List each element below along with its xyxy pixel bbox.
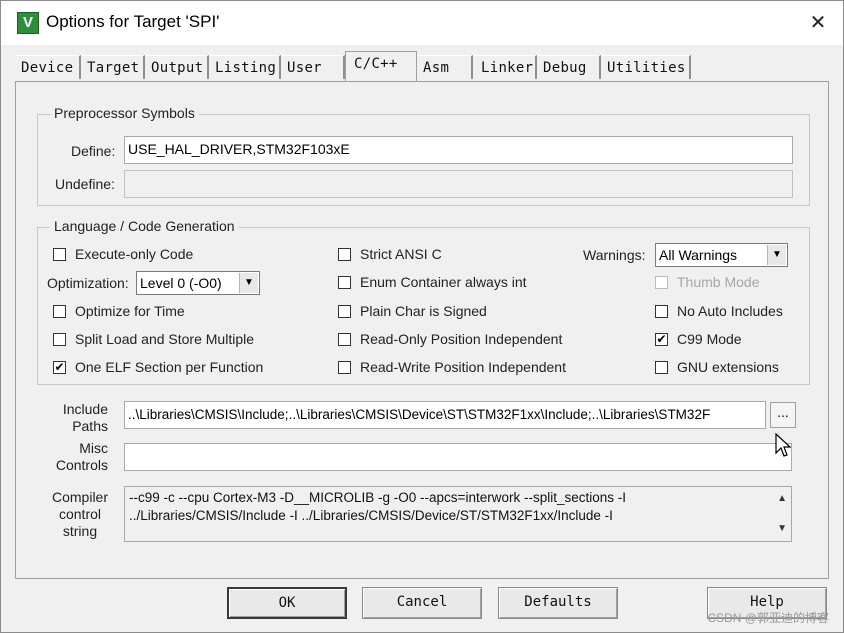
- split-load-box[interactable]: [53, 332, 66, 346]
- enum-container-label: Enum Container always int: [360, 274, 527, 290]
- watermark-text: CSDN @郭亚迪的博客: [707, 611, 829, 625]
- preprocessor-group: Preprocessor Symbols Define: USE_HAL_DRI…: [37, 105, 810, 206]
- strict-ansi-label: Strict ANSI C: [360, 246, 442, 262]
- warnings-select[interactable]: All Warnings ▼: [655, 243, 788, 267]
- include-label-line2: Paths: [72, 418, 108, 434]
- gnu-ext-label: GNU extensions: [677, 359, 779, 375]
- close-button[interactable]: ✕: [801, 7, 835, 37]
- rw-pi-label: Read-Write Position Independent: [360, 359, 566, 375]
- no-auto-includes-label: No Auto Includes: [677, 303, 783, 319]
- c99-mode-checkbox[interactable]: ✔ C99 Mode: [655, 330, 742, 348]
- rw-pi-checkbox[interactable]: Read-Write Position Independent: [338, 358, 566, 376]
- warnings-value: All Warnings: [659, 247, 738, 263]
- defaults-button[interactable]: Defaults: [498, 587, 618, 619]
- include-paths-input[interactable]: ..\Libraries\CMSIS\Include;..\Libraries\…: [124, 401, 766, 429]
- tab-asm[interactable]: Asm: [417, 55, 473, 79]
- thumb-mode-label: Thumb Mode: [677, 274, 760, 290]
- tab-user[interactable]: User: [281, 55, 345, 79]
- c-cpp-panel: Preprocessor Symbols Define: USE_HAL_DRI…: [15, 81, 829, 579]
- chevron-down-icon[interactable]: ▼: [239, 273, 258, 293]
- ok-button[interactable]: OK: [227, 587, 347, 619]
- preprocessor-title: Preprocessor Symbols: [50, 105, 199, 121]
- compiler-line-2: ../Libraries/CMSIS/Include -I ../Librari…: [129, 508, 613, 523]
- enum-container-box[interactable]: [338, 275, 351, 289]
- compiler-control-string[interactable]: --c99 -c --cpu Cortex-M3 -D__MICROLIB -g…: [124, 486, 792, 542]
- plain-char-label: Plain Char is Signed: [360, 303, 487, 319]
- execute-only-label: Execute-only Code: [75, 246, 194, 262]
- misc-controls-input[interactable]: [124, 443, 792, 471]
- one-elf-label: One ELF Section per Function: [75, 359, 264, 375]
- options-dialog: V Options for Target 'SPI' ✕ Device Targ…: [0, 0, 844, 633]
- tab-output[interactable]: Output: [145, 55, 209, 79]
- thumb-mode-checkbox: Thumb Mode: [655, 273, 759, 291]
- optimize-time-label: Optimize for Time: [75, 303, 185, 319]
- one-elf-checkbox[interactable]: ✔ One ELF Section per Function: [53, 358, 263, 376]
- split-load-label: Split Load and Store Multiple: [75, 331, 254, 347]
- thumb-mode-box: [655, 275, 668, 289]
- ro-pi-box[interactable]: [338, 332, 351, 346]
- ro-pi-checkbox[interactable]: Read-Only Position Independent: [338, 330, 562, 348]
- chevron-down-icon[interactable]: ▼: [767, 245, 786, 265]
- define-input[interactable]: USE_HAL_DRIVER,STM32F103xE: [124, 136, 793, 164]
- enum-container-checkbox[interactable]: Enum Container always int: [338, 273, 527, 291]
- gnu-ext-checkbox[interactable]: GNU extensions: [655, 358, 779, 376]
- ro-pi-label: Read-Only Position Independent: [360, 331, 563, 347]
- include-browse-button[interactable]: ...: [770, 402, 796, 428]
- tab-c-cpp[interactable]: C/C++: [345, 51, 417, 81]
- optimize-time-box[interactable]: [53, 304, 66, 318]
- tab-listing[interactable]: Listing: [209, 55, 281, 79]
- compiler-control-label: Compiler control string: [44, 489, 116, 540]
- undefine-input[interactable]: [124, 170, 793, 198]
- checkmark-icon[interactable]: ✔: [53, 360, 66, 374]
- misc-controls-label: Misc Controls: [52, 440, 108, 474]
- checkmark-icon[interactable]: ✔: [655, 332, 668, 346]
- no-auto-includes-box[interactable]: [655, 304, 668, 318]
- include-paths-label: Include Paths: [60, 401, 108, 435]
- include-label-line1: Include: [62, 401, 108, 417]
- compiler-line-1: --c99 -c --cpu Cortex-M3 -D__MICROLIB -g…: [129, 490, 626, 505]
- execute-only-checkbox[interactable]: Execute-only Code: [53, 245, 193, 263]
- split-load-checkbox[interactable]: Split Load and Store Multiple: [53, 330, 254, 348]
- keil-app-icon: V: [17, 12, 39, 34]
- tab-target[interactable]: Target: [81, 55, 145, 79]
- tab-device[interactable]: Device: [15, 55, 81, 79]
- strict-ansi-box[interactable]: [338, 247, 351, 261]
- plain-char-box[interactable]: [338, 304, 351, 318]
- optimize-time-checkbox[interactable]: Optimize for Time: [53, 302, 185, 320]
- title-bar[interactable]: V Options for Target 'SPI' ✕: [1, 1, 843, 45]
- window-title: Options for Target 'SPI': [46, 12, 220, 31]
- tab-debug[interactable]: Debug: [537, 55, 601, 79]
- tab-linker[interactable]: Linker: [473, 55, 537, 79]
- tab-utilities[interactable]: Utilities: [601, 55, 691, 79]
- cancel-button[interactable]: Cancel: [362, 587, 482, 619]
- misc-label-line1: Misc: [79, 440, 108, 456]
- c99-mode-label: C99 Mode: [677, 331, 742, 347]
- scroll-up-icon[interactable]: ▲: [777, 490, 787, 508]
- rw-pi-box[interactable]: [338, 360, 351, 374]
- optimization-label: Optimization:: [47, 275, 129, 291]
- compiler-label-line2: control: [58, 506, 102, 522]
- compiler-label-line3: string: [62, 523, 98, 539]
- optimization-select[interactable]: Level 0 (-O0) ▼: [136, 271, 260, 295]
- plain-char-checkbox[interactable]: Plain Char is Signed: [338, 302, 487, 320]
- no-auto-includes-checkbox[interactable]: No Auto Includes: [655, 302, 783, 320]
- execute-only-box[interactable]: [53, 247, 66, 261]
- compiler-label-line1: Compiler: [51, 489, 108, 505]
- undefine-label: Undefine:: [55, 176, 115, 192]
- mouse-cursor-icon: [775, 433, 791, 457]
- scroll-down-icon[interactable]: ▼: [777, 520, 787, 538]
- optimization-value: Level 0 (-O0): [140, 275, 222, 291]
- warnings-label: Warnings:: [583, 247, 646, 263]
- language-title: Language / Code Generation: [50, 218, 239, 234]
- define-label: Define:: [71, 143, 116, 159]
- language-group: Language / Code Generation Execute-only …: [37, 218, 810, 385]
- misc-label-line2: Controls: [55, 457, 108, 473]
- gnu-ext-box[interactable]: [655, 360, 668, 374]
- strict-ansi-checkbox[interactable]: Strict ANSI C: [338, 245, 442, 263]
